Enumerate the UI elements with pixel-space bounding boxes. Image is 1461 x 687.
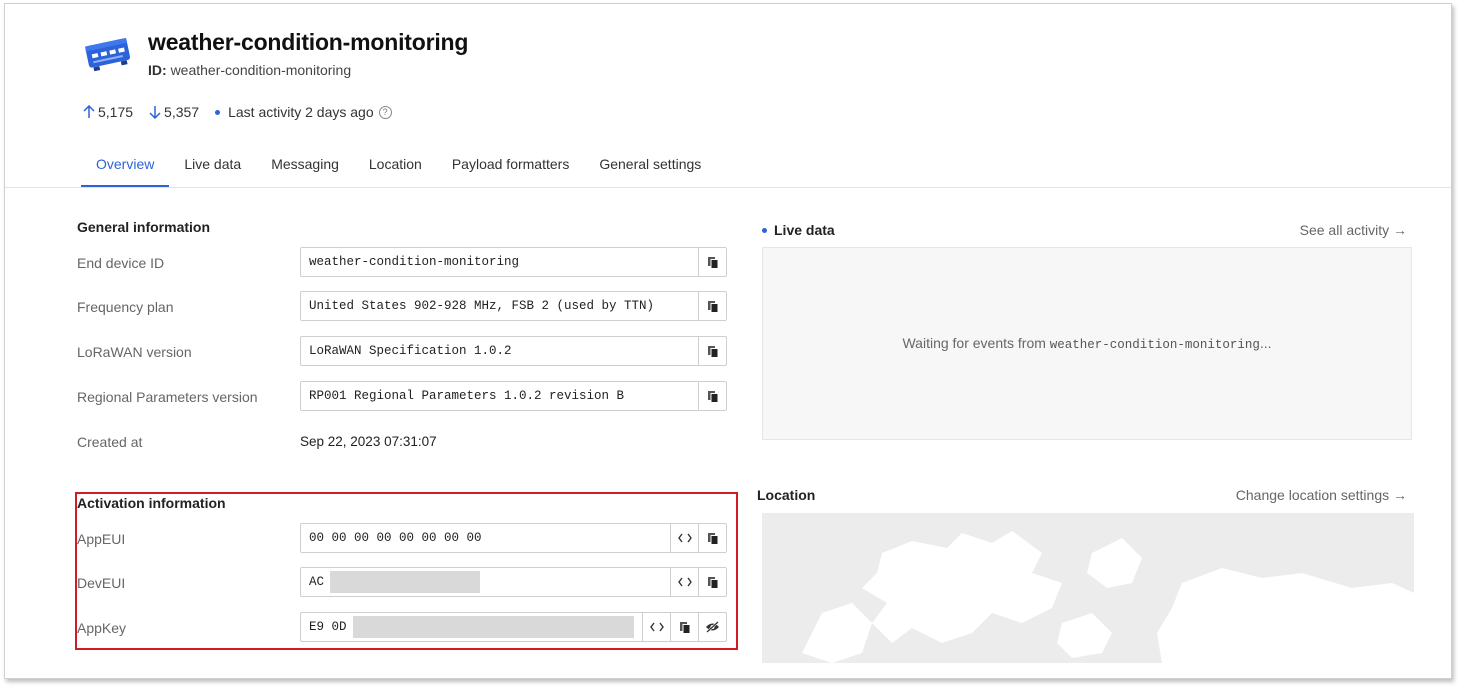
copy-appkey-button[interactable] [670, 613, 698, 641]
copy-regional-params-button[interactable] [698, 382, 726, 410]
map-landmass [802, 531, 1414, 663]
copy-icon [707, 532, 718, 545]
deveui-value-wrap[interactable]: AC [301, 568, 670, 596]
appkey-value: E9 0D [309, 620, 347, 634]
waiting-device-id: weather-condition-monitoring [1049, 338, 1260, 352]
downlink-value: 5,357 [164, 104, 200, 120]
created-at-value: Sep 22, 2023 07:31:07 [300, 434, 437, 449]
waiting-prefix: Waiting for events from [902, 335, 1050, 351]
frequency-plan-field: United States 902-928 MHz, FSB 2 (used b… [300, 291, 727, 321]
lorawan-version-value[interactable]: LoRaWAN Specification 1.0.2 [301, 337, 698, 365]
appkey-value-wrap[interactable]: E9 0D [301, 613, 642, 641]
copy-icon [707, 576, 718, 589]
arrow-down-icon [149, 106, 161, 119]
device-id-line: ID: weather-condition-monitoring [148, 62, 351, 78]
downlink-count: 5,357 [149, 104, 199, 120]
copy-appeui-button[interactable] [698, 524, 726, 552]
live-data-panel: Waiting for events from weather-conditio… [762, 247, 1412, 440]
tab-live-data[interactable]: Live data [169, 144, 256, 188]
activation-info-title: Activation information [77, 495, 226, 511]
copy-icon [707, 300, 718, 313]
redacted-region [330, 571, 481, 593]
location-map[interactable] [762, 513, 1414, 663]
code-icon [649, 622, 664, 632]
code-icon [677, 533, 692, 543]
device-overview-page: weather-condition-monitoring ID: weather… [4, 3, 1452, 679]
tab-general-settings[interactable]: General settings [584, 144, 716, 188]
code-icon [677, 577, 692, 587]
lorawan-version-label: LoRaWAN version [77, 344, 192, 360]
tab-overview[interactable]: Overview [81, 144, 170, 188]
arrow-up-icon [83, 105, 95, 118]
uplink-count: 5,175 [83, 104, 133, 120]
frequency-plan-label: Frequency plan [77, 299, 174, 315]
live-data-title-text: Live data [774, 222, 835, 238]
end-device-id-value[interactable]: weather-condition-monitoring [301, 248, 698, 276]
help-icon[interactable]: ? [378, 105, 392, 119]
tab-bar: Overview Live data Messaging Location Pa… [81, 144, 716, 188]
appkey-field: E9 0D [300, 612, 727, 642]
page-title: weather-condition-monitoring [148, 29, 469, 55]
change-location-settings-link[interactable]: Change location settings → [1236, 487, 1407, 503]
copy-lorawan-version-button[interactable] [698, 337, 726, 365]
tab-divider [5, 187, 1451, 188]
regional-params-label: Regional Parameters version [77, 389, 258, 405]
tab-messaging[interactable]: Messaging [256, 144, 354, 188]
device-id-label: ID: [148, 62, 167, 78]
device-icon [83, 32, 133, 76]
tab-payload-formatters[interactable]: Payload formatters [437, 144, 585, 188]
lorawan-version-field: LoRaWAN Specification 1.0.2 [300, 336, 727, 366]
appkey-label: AppKey [77, 620, 127, 636]
device-id-value: weather-condition-monitoring [170, 62, 352, 78]
copy-icon [707, 345, 718, 358]
uplink-value: 5,175 [98, 104, 134, 120]
copy-end-device-id-button[interactable] [698, 248, 726, 276]
end-device-id-field: weather-condition-monitoring [300, 247, 727, 277]
appeui-field: 00 00 00 00 00 00 00 00 [300, 523, 727, 553]
copy-icon [679, 621, 690, 634]
general-info-title: General information [77, 219, 211, 235]
appeui-value[interactable]: 00 00 00 00 00 00 00 00 [301, 524, 670, 552]
created-at-label: Created at [77, 434, 143, 450]
deveui-field: AC [300, 567, 727, 597]
toggle-format-appeui-button[interactable] [670, 524, 698, 552]
copy-frequency-plan-button[interactable] [698, 292, 726, 320]
copy-deveui-button[interactable] [698, 568, 726, 596]
last-activity: Last activity 2 days ago [228, 104, 374, 120]
appeui-label: AppEUI [77, 531, 126, 547]
tab-location[interactable]: Location [354, 144, 437, 188]
toggle-format-appkey-button[interactable] [642, 613, 670, 641]
status-dot [215, 109, 221, 115]
regional-params-field: RP001 Regional Parameters 1.0.2 revision… [300, 381, 727, 411]
deveui-label: DevEUI [77, 575, 126, 591]
live-data-title: Live data [762, 222, 835, 238]
copy-icon [707, 256, 718, 269]
eye-slash-icon [706, 621, 719, 633]
traffic-stats: 5,175 5,357 Last activity 2 days ago ? [83, 104, 392, 120]
waiting-message: Waiting for events from weather-conditio… [902, 335, 1271, 352]
location-title: Location [757, 487, 816, 503]
regional-params-value[interactable]: RP001 Regional Parameters 1.0.2 revision… [301, 382, 698, 410]
see-all-activity-link[interactable]: See all activity → [1300, 222, 1407, 238]
end-device-id-label: End device ID [77, 255, 165, 271]
deveui-value: AC [309, 575, 325, 589]
live-status-dot [762, 227, 767, 233]
waiting-suffix: ... [1259, 335, 1272, 351]
redacted-region [352, 616, 634, 638]
frequency-plan-value[interactable]: United States 902-928 MHz, FSB 2 (used b… [301, 292, 698, 320]
copy-icon [707, 390, 718, 403]
toggle-visibility-appkey-button[interactable] [698, 613, 726, 641]
toggle-format-deveui-button[interactable] [670, 568, 698, 596]
